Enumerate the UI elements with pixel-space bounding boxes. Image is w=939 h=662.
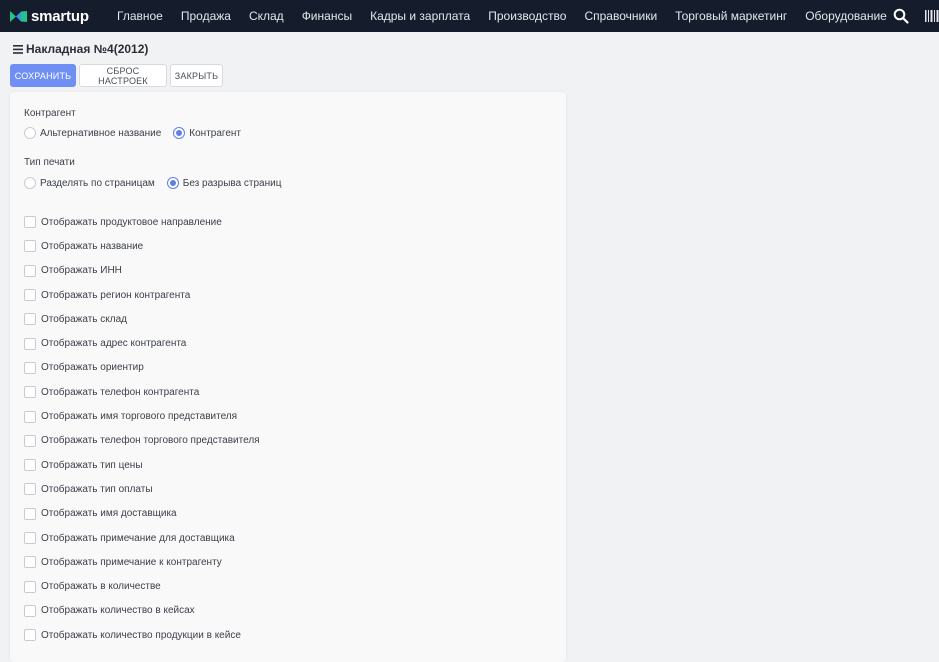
- option-courier-note[interactable]: Отображать примечание для доставщика: [24, 526, 260, 550]
- radio-button-selected[interactable]: [173, 127, 186, 139]
- checkbox-label: Отображать количество в кейсах: [41, 605, 195, 617]
- checkbox-label: Отображать имя торгового представителя: [41, 411, 238, 423]
- checkbox[interactable]: [24, 337, 36, 350]
- logo-text: smartup: [31, 7, 89, 25]
- main-nav: Главное Продажа Склад Финансы Кадры и за…: [108, 0, 896, 32]
- checkbox[interactable]: [24, 532, 36, 544]
- option-counterparty-note[interactable]: Отображать примечание к контрагенту: [24, 550, 260, 574]
- checkbox[interactable]: [24, 410, 36, 423]
- radio-no-page-break[interactable]: Без разрыва страниц: [166, 177, 282, 189]
- option-counterparty-address[interactable]: Отображать адрес контрагента: [24, 331, 260, 355]
- nav-item-production[interactable]: Производство: [479, 0, 575, 32]
- checkbox[interactable]: [24, 580, 36, 593]
- checkbox-label: Отображать примечание для доставщика: [41, 532, 235, 544]
- checkbox-label: Отображать ИНН: [41, 265, 122, 277]
- checkbox-label: Отображать название: [41, 240, 144, 252]
- checkbox[interactable]: [24, 434, 36, 447]
- radio-label: Контрагент: [189, 127, 241, 139]
- toolbar: СОХРАНИТЬ СБРОС НАСТРОЕК ЗАКРЫТЬ: [10, 64, 226, 87]
- radio-label: Разделять по страницам: [40, 177, 155, 189]
- nav-item-main[interactable]: Главное: [108, 0, 172, 32]
- counterparty-radio-group: Альтернативное название Контрагент: [24, 125, 253, 141]
- checkbox[interactable]: [24, 264, 36, 277]
- checkbox[interactable]: [24, 556, 36, 569]
- navbar-actions: [893, 0, 939, 32]
- checkbox[interactable]: [24, 483, 36, 496]
- option-warehouse[interactable]: Отображать склад: [24, 307, 260, 331]
- checkbox-label: Отображать телефон торгового представите…: [41, 435, 260, 447]
- nav-item-hr-payroll[interactable]: Кадры и зарплата: [361, 0, 479, 32]
- checkbox-label: Отображать телефон контрагента: [41, 386, 200, 398]
- checkbox-label: Отображать тип оплаты: [41, 483, 153, 495]
- nav-item-warehouse[interactable]: Склад: [240, 0, 293, 32]
- checkbox[interactable]: [24, 313, 36, 326]
- page-header: Накладная №4(2012): [13, 40, 148, 58]
- nav-item-finance[interactable]: Финансы: [293, 0, 361, 32]
- close-button[interactable]: ЗАКРЫТЬ: [170, 64, 223, 87]
- nav-item-trade-marketing[interactable]: Торговый маркетинг: [666, 0, 796, 32]
- save-button[interactable]: СОХРАНИТЬ: [10, 64, 76, 87]
- checkbox-label: Отображать имя доставщика: [41, 508, 177, 520]
- checkbox[interactable]: [24, 289, 36, 302]
- option-courier-name[interactable]: Отображать имя доставщика: [24, 502, 260, 526]
- radio-label: Альтернативное название: [40, 127, 162, 139]
- option-landmark[interactable]: Отображать ориентир: [24, 356, 260, 380]
- checkbox[interactable]: [24, 604, 36, 617]
- checkbox-label: Отображать продуктовое направление: [41, 216, 222, 228]
- checkbox-label: Отображать количество продукции в кейсе: [41, 629, 241, 641]
- radio-button[interactable]: [24, 177, 36, 189]
- checkbox-label: Отображать адрес контрагента: [41, 338, 187, 350]
- option-in-quantity[interactable]: Отображать в количестве: [24, 574, 260, 598]
- radio-split-pages[interactable]: Разделять по страницам: [24, 177, 155, 189]
- checkbox[interactable]: [24, 386, 36, 399]
- search-icon[interactable]: [893, 8, 909, 24]
- logo-mark-icon: [10, 10, 27, 22]
- option-counterparty-region[interactable]: Отображать регион контрагента: [24, 283, 260, 307]
- option-sales-rep-phone[interactable]: Отображать телефон торгового представите…: [24, 429, 260, 453]
- radio-button[interactable]: [24, 127, 36, 139]
- nav-item-sales[interactable]: Продажа: [172, 0, 240, 32]
- option-name[interactable]: Отображать название: [24, 234, 260, 258]
- checkbox-label: Отображать склад: [41, 313, 127, 325]
- print-type-radio-group: Разделять по страницам Без разрыва стран…: [24, 175, 293, 191]
- radio-label: Без разрыва страниц: [182, 177, 282, 189]
- option-price-type[interactable]: Отображать тип цены: [24, 453, 260, 477]
- option-product-direction[interactable]: Отображать продуктовое направление: [24, 210, 260, 234]
- option-products-per-case[interactable]: Отображать количество продукции в кейсе: [24, 623, 260, 647]
- checkbox[interactable]: [24, 629, 36, 642]
- option-sales-rep-name[interactable]: Отображать имя торгового представителя: [24, 404, 260, 428]
- option-inn[interactable]: Отображать ИНН: [24, 259, 260, 283]
- checkbox-label: Отображать регион контрагента: [41, 289, 191, 301]
- radio-alternative-name[interactable]: Альтернативное название: [24, 127, 161, 139]
- page-title: Накладная №4(2012): [26, 42, 149, 56]
- checkbox[interactable]: [24, 459, 36, 472]
- display-options-list: Отображать продуктовое направление Отобр…: [24, 210, 260, 647]
- hamburger-menu-icon[interactable]: [13, 44, 23, 54]
- checkbox[interactable]: [24, 240, 36, 253]
- settings-card: Контрагент Альтернативное название Контр…: [10, 92, 566, 662]
- checkbox-label: Отображать тип цены: [41, 459, 143, 471]
- option-payment-type[interactable]: Отображать тип оплаты: [24, 477, 260, 501]
- option-quantity-in-cases[interactable]: Отображать количество в кейсах: [24, 599, 260, 623]
- checkbox-label: Отображать в количестве: [41, 581, 161, 593]
- barcode-icon[interactable]: [925, 10, 939, 22]
- checkbox[interactable]: [24, 361, 36, 374]
- radio-button-selected[interactable]: [166, 177, 179, 189]
- nav-item-equipment[interactable]: Оборудование: [796, 0, 896, 32]
- checkbox[interactable]: [24, 216, 36, 229]
- reset-settings-button[interactable]: СБРОС НАСТРОЕК: [79, 64, 167, 87]
- checkbox[interactable]: [24, 507, 36, 520]
- top-navbar: smartup Главное Продажа Склад Финансы Ка…: [0, 0, 939, 32]
- option-counterparty-phone[interactable]: Отображать телефон контрагента: [24, 380, 260, 404]
- nav-item-references[interactable]: Справочники: [575, 0, 666, 32]
- checkbox-label: Отображать примечание к контрагенту: [41, 556, 222, 568]
- counterparty-label: Контрагент: [24, 108, 76, 119]
- checkbox-label: Отображать ориентир: [41, 362, 144, 374]
- logo[interactable]: smartup: [10, 8, 108, 25]
- radio-counterparty[interactable]: Контрагент: [173, 127, 241, 139]
- print-type-label: Тип печати: [24, 157, 75, 168]
